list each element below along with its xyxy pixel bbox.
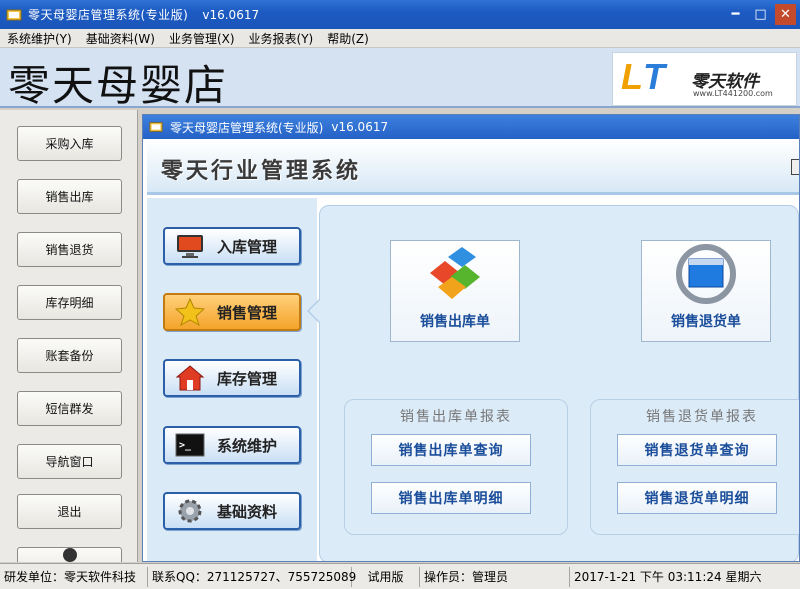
- terminal-icon: >_: [175, 432, 205, 458]
- nav-system[interactable]: >_ 系统维护: [163, 426, 301, 464]
- sales-out-detail-button[interactable]: 销售出库单明细: [371, 482, 531, 514]
- sidebar-more-button[interactable]: [17, 547, 122, 562]
- nav-base-data[interactable]: 基础资料: [163, 492, 301, 530]
- maximize-button[interactable]: □: [750, 4, 771, 25]
- big-button-label: 销售出库单: [420, 314, 490, 330]
- status-bar: 研发单位：零天软件科技 联系QQ：271125727、755725089 试用版…: [0, 563, 800, 589]
- house-icon: [175, 365, 205, 391]
- sales-return-report-group: 销售退货单报表 销售退货单查询 销售退货单明细: [590, 399, 799, 535]
- app-icon: [6, 7, 22, 23]
- inner-window-title: 零天母婴店管理系统(专业版): [170, 120, 324, 135]
- brand-banner: 零天母婴店 LT 零天软件 www.LT441200.com: [0, 48, 800, 110]
- menu-base-data[interactable]: 基础资料(W): [79, 30, 162, 47]
- sales-return-order-button[interactable]: 销售退货单: [641, 240, 771, 342]
- refresh-window-icon: [671, 243, 741, 305]
- logo-mark: LT: [621, 56, 665, 97]
- sales-out-report-group: 销售出库单报表 销售出库单查询 销售出库单明细: [344, 399, 568, 535]
- status-developer: 研发单位：零天软件科技: [0, 566, 148, 587]
- sidebar-nav-window-button[interactable]: 导航窗口: [17, 444, 122, 479]
- inner-window-version: v16.0617: [331, 120, 389, 134]
- status-qq: 联系QQ：271125727、755725089: [148, 566, 356, 587]
- monitor-icon: [175, 233, 205, 259]
- inner-title-bar: 零天母婴店管理系统(专业版) v16.0617: [143, 115, 799, 139]
- big-button-label: 销售退货单: [671, 314, 741, 330]
- nav-label: 库存管理: [217, 369, 278, 388]
- nav-label: 系统维护: [217, 436, 278, 455]
- title-bar: 零天母婴店管理系统(专业版) v16.0617 ━ □ ✕: [0, 0, 800, 29]
- sales-return-query-button[interactable]: 销售退货单查询: [617, 434, 777, 466]
- sidebar-exit-button[interactable]: 退出: [17, 494, 122, 529]
- system-title: 零天行业管理系统: [161, 158, 362, 184]
- window-controls: ━ □ ✕: [725, 4, 796, 25]
- system-header: 零天行业管理系统: [147, 141, 799, 195]
- sidebar-sms-button[interactable]: 短信群发: [17, 391, 122, 426]
- user-icon: [62, 548, 77, 562]
- menu-business[interactable]: 业务管理(X): [162, 30, 242, 47]
- nav-label: 基础资料: [217, 502, 278, 521]
- nav-sales[interactable]: 销售管理: [163, 293, 301, 331]
- nav-stock-in[interactable]: 入库管理: [163, 227, 301, 265]
- logo-url: www.LT441200.com: [693, 89, 773, 98]
- menu-reports[interactable]: 业务报表(Y): [242, 30, 321, 47]
- window-version: v16.0617: [202, 7, 260, 22]
- nav-inventory[interactable]: 库存管理: [163, 359, 301, 397]
- module-nav: 入库管理 销售管理 库存管理 >_ 系统维护 基础资料: [147, 198, 317, 561]
- sidebar-stock-detail-button[interactable]: 库存明细: [17, 285, 122, 320]
- module-content-panel: 销售出库单 销售退货单 销售出库单报表 销售出库单查询 销售出库单明细 销售退货…: [319, 205, 799, 561]
- sidebar-backup-button[interactable]: 账套备份: [17, 338, 122, 373]
- group-title: 销售出库单报表: [400, 409, 512, 425]
- quick-sidebar: 采购入库 销售出库 销售退货 库存明细 账套备份 短信群发 导航窗口 退出: [0, 110, 138, 562]
- gear-icon: [175, 498, 205, 524]
- close-button[interactable]: ✕: [775, 4, 796, 25]
- company-logo: LT 零天软件 www.LT441200.com: [612, 52, 797, 106]
- app-icon: [149, 120, 163, 134]
- menu-system[interactable]: 系统维护(Y): [0, 30, 79, 47]
- store-name: 零天母婴店: [8, 61, 229, 110]
- menu-bar: 系统维护(Y) 基础资料(W) 业务管理(X) 业务报表(Y) 帮助(Z): [0, 29, 800, 48]
- sidebar-sales-return-button[interactable]: 销售退货: [17, 232, 122, 267]
- minimize-button[interactable]: ━: [725, 4, 746, 25]
- sales-return-detail-button[interactable]: 销售退货单明细: [617, 482, 777, 514]
- cube-puzzle-icon: [420, 243, 490, 305]
- nav-label: 入库管理: [217, 237, 278, 256]
- sales-out-query-button[interactable]: 销售出库单查询: [371, 434, 531, 466]
- navigation-window: 零天母婴店管理系统(专业版) v16.0617 零天行业管理系统 入库管理 销售…: [142, 114, 800, 562]
- sidebar-purchase-in-button[interactable]: 采购入库: [17, 126, 122, 161]
- star-icon: [175, 298, 205, 326]
- status-operator: 操作员：管理员: [420, 566, 570, 587]
- collapse-handle[interactable]: [791, 159, 799, 175]
- group-title: 销售退货单报表: [646, 409, 758, 425]
- sales-out-order-button[interactable]: 销售出库单: [390, 240, 520, 342]
- menu-help[interactable]: 帮助(Z): [320, 30, 376, 47]
- nav-label: 销售管理: [217, 303, 278, 322]
- status-edition: 试用版: [352, 566, 420, 587]
- window-title: 零天母婴店管理系统(专业版): [28, 8, 189, 22]
- active-pointer-fill: [309, 299, 321, 323]
- status-datetime: 2017-1-21 下午 03:11:24 星期六: [574, 570, 762, 584]
- sidebar-sales-out-button[interactable]: 销售出库: [17, 179, 122, 214]
- svg-text:>_: >_: [179, 440, 192, 451]
